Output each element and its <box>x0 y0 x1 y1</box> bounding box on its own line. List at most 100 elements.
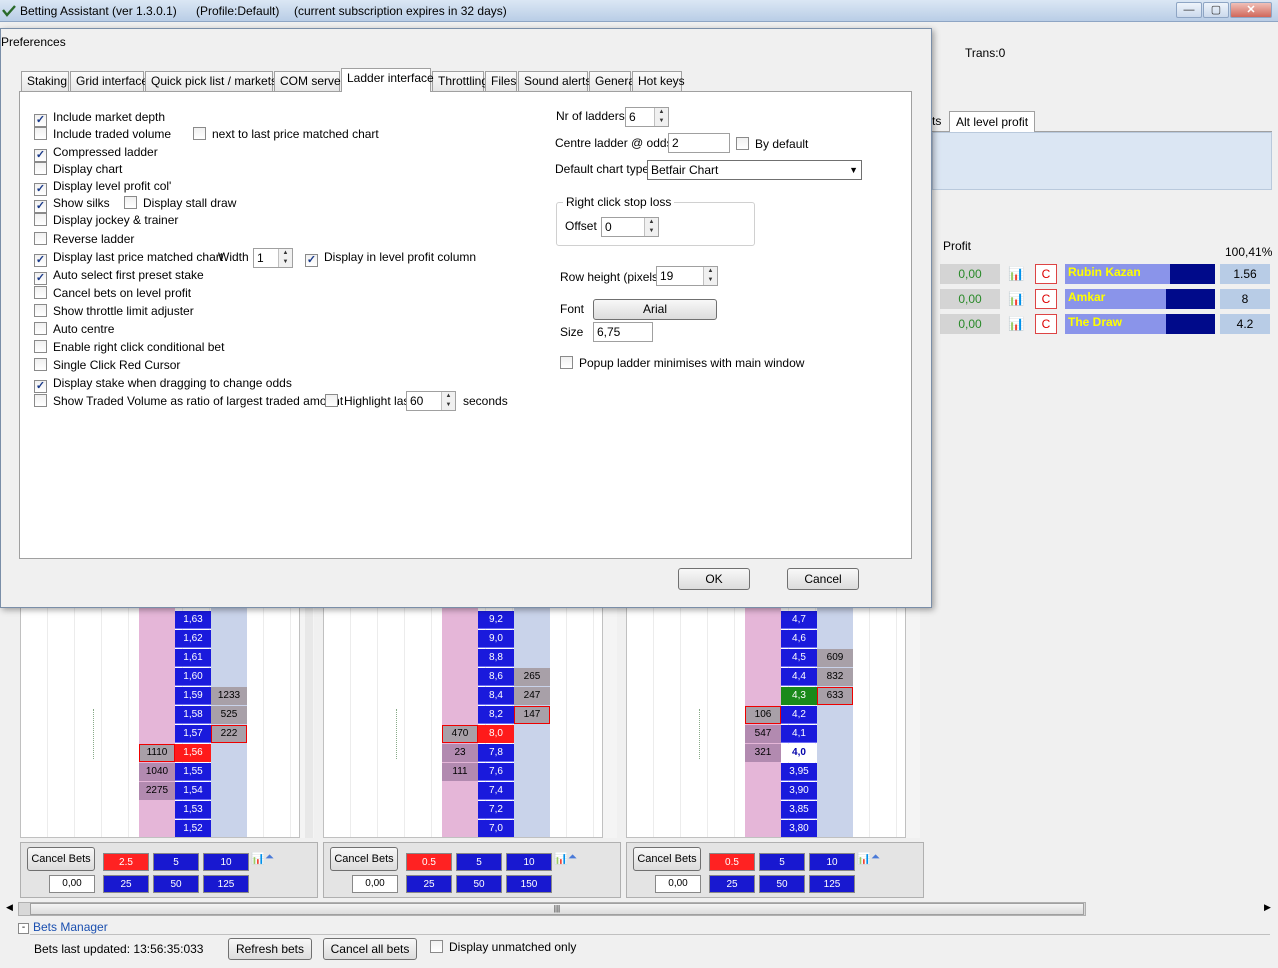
ladder-price-cell[interactable]: 1,54 <box>175 782 211 800</box>
popup-minimises-checkbox[interactable]: Popup ladder minimises with main window <box>560 356 804 372</box>
tab-quick-pick-list-markets[interactable]: Quick pick list / markets <box>145 71 277 91</box>
checkbox-box[interactable]: ✓ <box>34 183 47 196</box>
ladder-price-cell[interactable]: 7,4 <box>478 782 514 800</box>
runner-c-button[interactable]: C <box>1035 314 1057 334</box>
checkbox-box[interactable]: ✓ <box>34 149 47 162</box>
ladder-price-cell[interactable]: 8,6 <box>478 668 514 686</box>
chart-icon[interactable]: 📊 <box>251 852 265 865</box>
checkbox-box[interactable] <box>34 358 47 371</box>
ladder-back-volume[interactable]: 111 <box>442 763 478 781</box>
checkbox-box[interactable] <box>34 394 47 407</box>
ladder-price-cell[interactable]: 7,0 <box>478 820 514 837</box>
spinner-arrows-icon[interactable]: ▲ ▼ <box>278 249 292 267</box>
ladder-price-cell[interactable]: 9,0 <box>478 630 514 648</box>
ladder-lay-volume[interactable]: 832 <box>817 668 853 686</box>
cancel-button[interactable]: Cancel <box>787 568 859 590</box>
checkbox-box[interactable]: ✓ <box>34 200 47 213</box>
option-checkbox-reverse-ladder[interactable]: Reverse ladder <box>34 232 134 248</box>
eject-icon[interactable]: ⏶ <box>568 851 577 864</box>
refresh-bets-button[interactable]: Refresh bets <box>228 938 312 960</box>
ladder-price-cell[interactable]: 8,0 <box>478 725 514 743</box>
option-checkbox-display-level-profit-col[interactable]: ✓ Display level profit col' <box>34 179 171 196</box>
chart-icon[interactable]: 📊 <box>857 852 871 865</box>
cancel-bets-button[interactable]: Cancel Bets <box>633 847 701 871</box>
checkbox-box[interactable]: ✓ <box>34 254 47 267</box>
cancel-all-bets-button[interactable]: Cancel all bets <box>323 938 417 960</box>
option-checkbox-display-stake-when-dragging-to-change-odds[interactable]: ✓ Display stake when dragging to change o… <box>34 376 292 393</box>
checkbox-box[interactable] <box>34 304 47 317</box>
chart-icon[interactable]: 📊 <box>1008 266 1024 282</box>
checkbox-box[interactable] <box>560 356 573 369</box>
ladder-back-volume[interactable]: 470 <box>442 725 478 743</box>
ladder-lay-volume[interactable]: 525 <box>211 706 247 724</box>
cancel-bets-button[interactable]: Cancel Bets <box>330 847 398 871</box>
ladder-scrollbar[interactable] <box>603 600 617 838</box>
ladder-profit-input[interactable]: 0,00 <box>49 875 95 893</box>
checkbox-box[interactable] <box>34 232 47 245</box>
option-checkbox-include-market-depth[interactable]: ✓ Include market depth <box>34 110 165 127</box>
option-checkbox-auto-select-first-preset-stake[interactable]: ✓ Auto select first preset stake <box>34 268 204 285</box>
stake-preset-button[interactable]: 10 <box>809 853 855 871</box>
stake-preset-button[interactable]: 50 <box>456 875 502 893</box>
width-spinner[interactable]: 1 ▲ ▼ <box>253 248 293 268</box>
ladder-profit-input[interactable]: 0,00 <box>352 875 398 893</box>
stake-preset-button[interactable]: 150 <box>506 875 552 893</box>
next-to-last-checkbox[interactable]: next to last price matched chart <box>193 127 379 143</box>
chart-icon[interactable]: 📊 <box>1008 316 1024 332</box>
ladder-price-cell[interactable]: 4,5 <box>781 649 817 667</box>
scroll-left-icon[interactable]: ◀ <box>6 902 13 913</box>
ladder-price-cell[interactable]: 1,58 <box>175 706 211 724</box>
stake-preset-button[interactable]: 50 <box>759 875 805 893</box>
ladder-profit-input[interactable]: 0,00 <box>655 875 701 893</box>
checkbox-box[interactable] <box>34 127 47 140</box>
runner-odds[interactable]: 1.56 <box>1220 264 1270 284</box>
nr-ladders-spinner[interactable]: 6 ▲ ▼ <box>625 107 669 127</box>
checkbox-box[interactable] <box>193 127 206 140</box>
checkbox-box[interactable]: ✓ <box>34 380 47 393</box>
maximize-button[interactable]: ▢ <box>1203 2 1229 18</box>
ladder-price-cell[interactable]: 1,56 <box>175 744 211 762</box>
option-checkbox-enable-right-click-conditional-bet[interactable]: Enable right click conditional bet <box>34 340 224 356</box>
horizontal-scrollbar-thumb[interactable]: ||| <box>30 903 1084 915</box>
ladder-back-volume[interactable]: 321 <box>745 744 781 762</box>
stake-preset-button[interactable]: 0.5 <box>709 853 755 871</box>
ladder-price-cell[interactable]: 1,55 <box>175 763 211 781</box>
close-button[interactable]: ✕ <box>1230 2 1272 18</box>
spinner-arrows-icon[interactable]: ▲ ▼ <box>654 108 668 126</box>
ladder-price-cell[interactable]: 8,4 <box>478 687 514 705</box>
chart-icon[interactable]: 📊 <box>554 852 568 865</box>
price-ladder[interactable]: 1,63 1,62 1,61 1,60 1,59 1233 1,58 525 1,57 222 1,… <box>20 600 300 838</box>
ladder-price-cell[interactable]: 1,52 <box>175 820 211 837</box>
tab-sound-alerts[interactable]: Sound alerts <box>518 71 591 91</box>
tab-com-server[interactable]: COM server <box>274 71 345 91</box>
runner-odds[interactable]: 8 <box>1220 289 1270 309</box>
stake-preset-button[interactable]: 25 <box>406 875 452 893</box>
display-stall-draw-checkbox[interactable]: Display stall draw <box>124 196 236 212</box>
bets-manager-collapse-icon[interactable]: - <box>18 923 29 934</box>
ladder-back-volume[interactable]: 1040 <box>139 763 175 781</box>
stake-preset-button[interactable]: 2.5 <box>103 853 149 871</box>
ladder-price-cell[interactable]: 7,2 <box>478 801 514 819</box>
ladder-price-cell[interactable]: 3,95 <box>781 763 817 781</box>
stake-preset-button[interactable]: 50 <box>153 875 199 893</box>
ladder-price-cell[interactable]: 8,8 <box>478 649 514 667</box>
checkbox-box[interactable]: ✓ <box>305 254 318 267</box>
option-checkbox-single-click-red-cursor[interactable]: Single Click Red Cursor <box>34 358 180 374</box>
ladder-lay-volume[interactable]: 609 <box>817 649 853 667</box>
ladder-price-cell[interactable]: 4,6 <box>781 630 817 648</box>
spinner-arrows-icon[interactable]: ▲ ▼ <box>703 267 717 285</box>
checkbox-box[interactable] <box>34 286 47 299</box>
font-size-input[interactable]: 6,75 <box>593 322 653 342</box>
ladder-price-cell[interactable]: 4,0 <box>781 744 817 762</box>
by-default-checkbox[interactable]: By default <box>736 137 808 153</box>
ladder-lay-volume[interactable]: 147 <box>514 706 550 724</box>
stake-preset-button[interactable]: 5 <box>759 853 805 871</box>
runner-odds[interactable]: 4.2 <box>1220 314 1270 334</box>
cancel-bets-button[interactable]: Cancel Bets <box>27 847 95 871</box>
checkbox-box[interactable]: ✓ <box>34 272 47 285</box>
eject-icon[interactable]: ⏶ <box>871 851 880 864</box>
minimize-button[interactable]: — <box>1176 2 1202 18</box>
checkbox-box[interactable]: ✓ <box>34 114 47 127</box>
spinner-arrows-icon[interactable]: ▲ ▼ <box>644 218 658 236</box>
highlight-last-checkbox[interactable]: Highlight last <box>325 394 413 410</box>
